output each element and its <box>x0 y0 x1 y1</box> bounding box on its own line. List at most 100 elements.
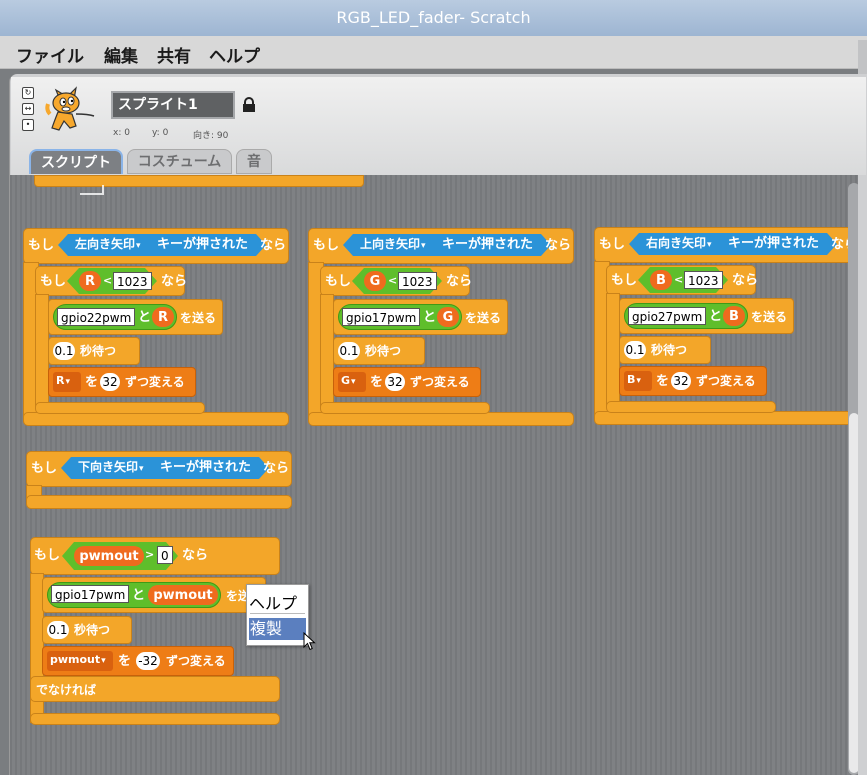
variable-reporter[interactable]: R <box>79 271 101 291</box>
lock-icon[interactable] <box>242 97 256 113</box>
step-label: ずつ変える <box>696 374 756 388</box>
menu-share[interactable]: 共有 <box>157 42 191 67</box>
then-label: なら <box>182 548 209 563</box>
inner-if-bottom <box>35 402 205 414</box>
step-input[interactable]: 32 <box>671 372 691 390</box>
if-block-bottom <box>594 411 858 425</box>
wait-label: 秒待つ <box>365 344 402 358</box>
inner-if-label: もし <box>611 273 638 288</box>
vertical-scrollbar[interactable] <box>848 183 858 775</box>
step-var-label: B <box>627 374 641 386</box>
context-menu-help[interactable]: ヘルプ <box>249 590 297 614</box>
send-label: を送る <box>180 311 217 325</box>
gt-symbol: > <box>145 548 155 561</box>
scripts-area[interactable]: もし 左向き矢印 キーが押された なら もし R < 1023 なら gpio2… <box>10 175 858 775</box>
rotate-leftright-icon[interactable]: ↔ <box>22 103 34 115</box>
limit-input[interactable]: 1023 <box>684 271 723 289</box>
if-label: もし <box>28 238 55 253</box>
to-label: と <box>132 588 146 603</box>
step-var-label: G <box>341 375 356 387</box>
step-input[interactable]: 32 <box>100 373 120 391</box>
step-to-label: を <box>118 654 132 669</box>
if-label: もし <box>599 237 626 252</box>
inner-then-label: なら <box>732 273 759 288</box>
send-variable[interactable]: R <box>152 307 174 327</box>
sprite-direction: 向き: 90 <box>193 131 229 141</box>
menu-edit[interactable]: 編集 <box>104 42 138 67</box>
wait-label: 秒待つ <box>80 344 117 358</box>
else-label: でなければ <box>36 683 97 697</box>
loop-arrow-icon <box>80 185 104 195</box>
gpio-input[interactable]: gpio17pwm <box>51 585 130 603</box>
sprite-cat-icon <box>45 86 95 131</box>
wait-input[interactable]: 0.1 <box>53 342 75 360</box>
menu-file[interactable]: ファイル <box>16 42 84 67</box>
step-label: ずつ変える <box>125 375 185 389</box>
key-dropdown[interactable]: 右向き矢印 <box>646 237 712 250</box>
tab-sounds[interactable]: 音 <box>236 149 272 174</box>
wait-input[interactable]: 0.1 <box>47 621 69 639</box>
menu-help[interactable]: ヘルプ <box>209 42 260 67</box>
lt-symbol: < <box>388 274 398 287</box>
if-label: もし <box>31 461 58 476</box>
sprite-name-field[interactable]: スプライト1 <box>111 91 235 119</box>
context-menu: ヘルプ 複製 <box>246 584 309 646</box>
lt-symbol: < <box>674 273 684 286</box>
key-pressed-label: キーが押された <box>728 236 820 251</box>
step-to-label: を <box>85 375 99 390</box>
if-label: もし <box>313 238 340 253</box>
pwmout-reporter[interactable]: pwmout <box>74 546 144 566</box>
scrollbar-thumb[interactable] <box>849 413 858 773</box>
limit-input[interactable]: 1023 <box>398 272 437 290</box>
key-pressed-label: キーが押された <box>157 237 249 252</box>
step-label: ずつ変える <box>410 375 470 389</box>
inner-if-arm <box>606 293 620 407</box>
inner-if-label: もし <box>40 274 67 289</box>
then-label: なら <box>545 238 572 253</box>
then-label: なら <box>263 461 290 476</box>
step-input[interactable]: -32 <box>136 652 160 670</box>
variable-reporter[interactable]: G <box>364 271 386 291</box>
limit-input[interactable]: 1023 <box>113 272 152 290</box>
key-dropdown[interactable]: 上向き矢印 <box>360 238 426 251</box>
context-menu-duplicate[interactable]: 複製 <box>249 618 306 640</box>
lt-symbol: < <box>103 274 113 287</box>
send-variable[interactable]: B <box>723 306 745 326</box>
wait-label: 秒待つ <box>651 343 688 357</box>
limit-input[interactable]: 0 <box>157 546 173 564</box>
window-title: RGB_LED_fader- Scratch <box>0 0 867 36</box>
to-label: と <box>423 310 437 325</box>
step-input[interactable]: 32 <box>385 373 405 391</box>
menu-bar: ファイル 編集 共有 ヘルプ <box>0 36 867 69</box>
mouse-cursor-icon <box>303 632 316 651</box>
step-to-label: を <box>656 374 670 389</box>
variable-reporter[interactable]: B <box>650 270 672 290</box>
step-label: ずつ変える <box>166 654 226 668</box>
step-to-label: を <box>370 375 384 390</box>
wait-input[interactable]: 0.1 <box>624 341 646 359</box>
send-label: を送る <box>751 310 788 324</box>
if-block-bottom <box>26 495 292 509</box>
gpio-input[interactable]: gpio17pwm <box>342 308 421 326</box>
step-var-label: pwmout <box>50 654 106 666</box>
wait-input[interactable]: 0.1 <box>338 342 360 360</box>
key-dropdown[interactable]: 左向き矢印 <box>75 238 141 251</box>
sprite-x: x: 0 <box>113 128 130 138</box>
send-variable[interactable]: pwmout <box>148 585 218 605</box>
inner-if-arm <box>35 294 49 408</box>
to-label: と <box>709 309 723 324</box>
rotate-full-icon[interactable]: ↻ <box>22 87 34 99</box>
gpio-input[interactable]: gpio27pwm <box>628 307 707 325</box>
gpio-input[interactable]: gpio22pwm <box>57 308 136 326</box>
to-label: と <box>138 310 152 325</box>
rotate-none-icon[interactable]: • <box>22 119 34 131</box>
wait-label: 秒待つ <box>74 623 111 637</box>
if-label: もし <box>34 548 61 563</box>
key-pressed-label: キーが押された <box>160 460 252 475</box>
if-block-bottom <box>23 412 289 426</box>
tab-scripts[interactable]: スクリプト <box>29 149 123 174</box>
send-variable[interactable]: G <box>437 307 459 327</box>
inner-if-bottom <box>606 401 776 413</box>
key-dropdown[interactable]: 下向き矢印 <box>78 461 144 474</box>
tab-costumes[interactable]: コスチューム <box>127 149 232 174</box>
